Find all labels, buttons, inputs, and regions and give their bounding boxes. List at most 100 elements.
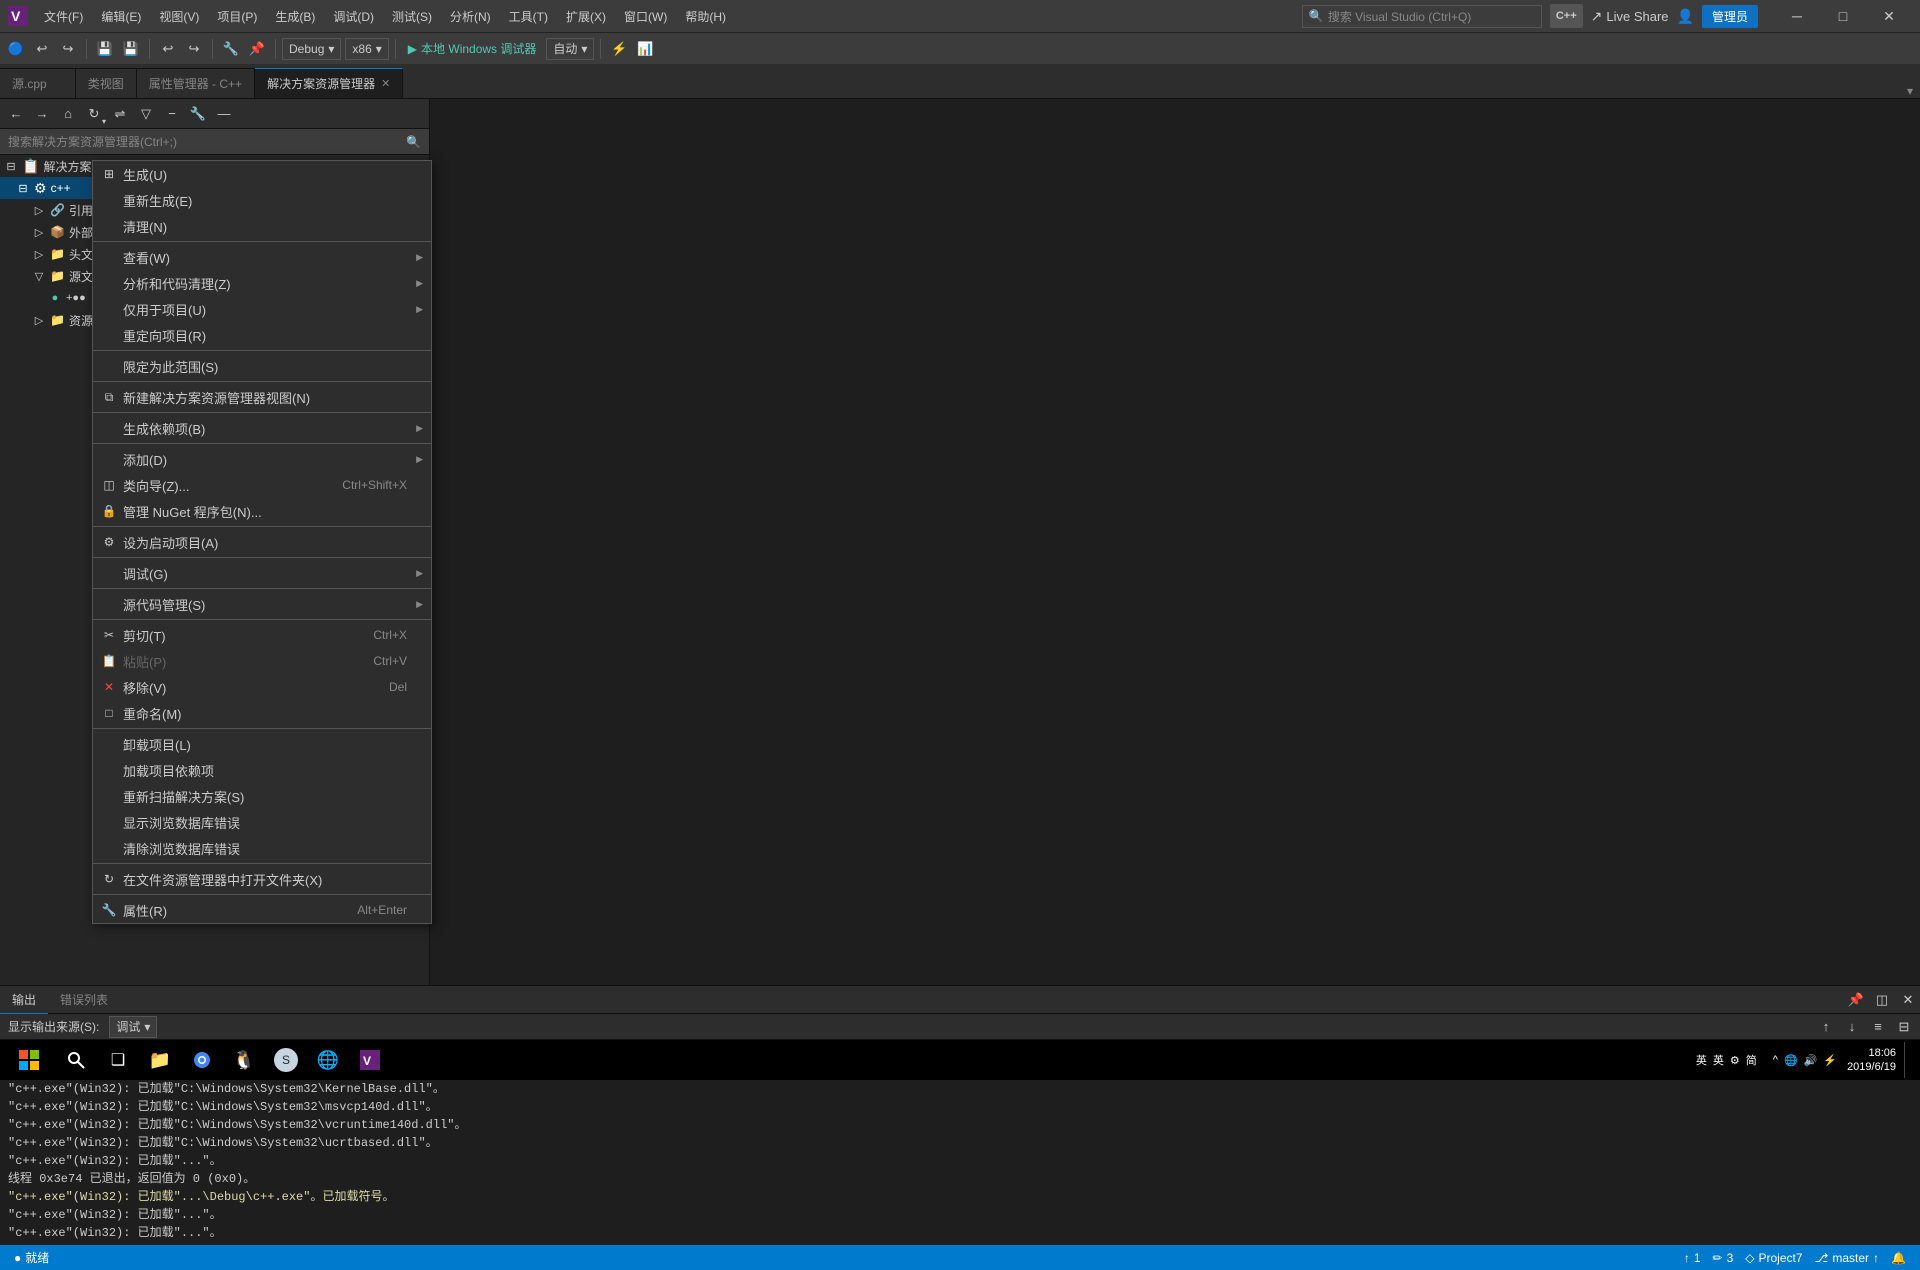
ctx-new-view[interactable]: ⧉ 新建解决方案资源管理器视图(N) [93, 384, 431, 410]
perf-btn2[interactable]: 📊 [633, 37, 657, 61]
sol-filter-btn[interactable]: ▽ [134, 102, 158, 126]
tab-property-manager[interactable]: 属性管理器 - C++ [137, 68, 255, 98]
menu-project[interactable]: 项目(P) [209, 4, 265, 29]
ctx-source-control[interactable]: 源代码管理(S) [93, 591, 431, 617]
maximize-button[interactable]: □ [1820, 0, 1866, 32]
redo2-btn[interactable]: ↪ [182, 37, 206, 61]
close-button[interactable]: ✕ [1866, 0, 1912, 32]
taskbar-steam[interactable]: S [266, 1042, 306, 1078]
output-pin-btn[interactable]: 📌 [1844, 988, 1868, 1012]
output-auto-hide-btn[interactable]: ◫ [1870, 988, 1894, 1012]
ctx-show-db-errors[interactable]: 显示浏览数据库错误 [93, 809, 431, 835]
sol-sync-btn[interactable]: ⇌ [108, 102, 132, 126]
menu-build[interactable]: 生成(B) [267, 4, 323, 29]
undo2-btn[interactable]: ↩ [156, 37, 180, 61]
ctx-dependencies[interactable]: 生成依赖项(B) [93, 415, 431, 441]
output-btn4[interactable]: ⊟ [1892, 1015, 1916, 1039]
tab-overflow-btn[interactable]: ▾ [1900, 84, 1920, 98]
ctx-rebuild[interactable]: 重新生成(E) [93, 187, 431, 213]
ctx-remove[interactable]: ✕ 移除(V) Del [93, 674, 431, 700]
tab-solution-explorer[interactable]: 解决方案资源管理器 ✕ [255, 68, 403, 98]
ctx-set-startup[interactable]: ⚙ 设为启动项目(A) [93, 529, 431, 555]
status-branch[interactable]: ⎇ master ↑ [1809, 1251, 1886, 1265]
menu-extensions[interactable]: 扩展(X) [558, 4, 614, 29]
minimize-button[interactable]: ─ [1774, 0, 1820, 32]
ctx-open-folder[interactable]: ↻ 在文件资源管理器中打开文件夹(X) [93, 866, 431, 892]
undo-btn[interactable]: ↩ [30, 37, 54, 61]
status-errors[interactable]: ✏ 3 [1707, 1251, 1740, 1265]
sol-back-btn[interactable]: ← [4, 102, 28, 126]
menu-file[interactable]: 文件(F) [36, 4, 91, 29]
menu-view[interactable]: 视图(V) [151, 4, 207, 29]
clock[interactable]: 18:06 2019/6/19 [1847, 1046, 1896, 1074]
ctx-rename[interactable]: □ 重命名(M) [93, 700, 431, 726]
output-btn1[interactable]: ↑ [1814, 1015, 1838, 1039]
save-btn[interactable]: 💾 [93, 37, 117, 61]
ctx-unload[interactable]: 卸载项目(L) [93, 731, 431, 757]
new-project-btn[interactable]: 🔵 [4, 37, 28, 61]
ctx-rescan[interactable]: 重新扫描解决方案(S) [93, 783, 431, 809]
menu-debug[interactable]: 调试(D) [325, 4, 382, 29]
ctx-scope[interactable]: 限定为此范围(S) [93, 353, 431, 379]
menu-edit[interactable]: 编辑(E) [93, 4, 149, 29]
menu-window[interactable]: 窗口(W) [616, 4, 675, 29]
taskbar-search[interactable] [56, 1042, 96, 1078]
tool-btn1[interactable]: 🔧 [219, 37, 243, 61]
cpp-btn[interactable]: C++ [1550, 4, 1583, 28]
show-desktop-btn[interactable] [1904, 1042, 1908, 1078]
output-tab-output[interactable]: 输出 [0, 986, 48, 1014]
ctx-clean[interactable]: 清理(N) [93, 213, 431, 239]
taskbar-chrome[interactable] [182, 1042, 222, 1078]
ctx-properties[interactable]: 🔧 属性(R) Alt+Enter [93, 897, 431, 923]
tray-expand[interactable]: ^ [1773, 1054, 1778, 1066]
status-ready[interactable]: ● 就绪 [8, 1249, 55, 1266]
menu-tools[interactable]: 工具(T) [501, 4, 556, 29]
output-close-btn[interactable]: ✕ [1896, 988, 1920, 1012]
ctx-class-wizard[interactable]: ◫ 类向导(Z)... Ctrl+Shift+X [93, 472, 431, 498]
taskbar-file-explorer[interactable]: 📁 [140, 1042, 180, 1078]
tool-btn2[interactable]: 📌 [245, 37, 269, 61]
admin-button[interactable]: 管理员 [1702, 5, 1758, 28]
ctx-load-deps[interactable]: 加载项目依赖项 [93, 757, 431, 783]
ctx-paste[interactable]: 📋 粘贴(P) Ctrl+V [93, 648, 431, 674]
ctx-add[interactable]: 添加(D) [93, 446, 431, 472]
output-source-dropdown[interactable]: 调试 ▾ [109, 1016, 157, 1038]
ctx-build[interactable]: ⊞ 生成(U) [93, 161, 431, 187]
sol-home-btn[interactable]: ⌂ [56, 102, 80, 126]
ctx-debug[interactable]: 调试(G) [93, 560, 431, 586]
solution-search-bar[interactable]: 搜索解决方案资源管理器(Ctrl+;) 🔍 [0, 129, 429, 155]
taskbar-network[interactable]: 🌐 [308, 1042, 348, 1078]
ctx-clear-db-errors[interactable]: 清除浏览数据库错误 [93, 835, 431, 861]
output-btn3[interactable]: ≡ [1866, 1015, 1890, 1039]
sol-collapse-btn[interactable]: − [160, 102, 184, 126]
ctx-analyze[interactable]: 分析和代码清理(Z) [93, 270, 431, 296]
ctx-view[interactable]: 查看(W) [93, 244, 431, 270]
tab-class-view[interactable]: 类视图 [76, 68, 137, 98]
run-button[interactable]: ▶ 本地 Windows 调试器 [402, 38, 543, 59]
save-all-btn[interactable]: 💾 [119, 37, 143, 61]
ctx-cut[interactable]: ✂ 剪切(T) Ctrl+X [93, 622, 431, 648]
sol-forward-btn[interactable]: → [30, 102, 54, 126]
tab-close-btn[interactable]: ✕ [381, 77, 390, 90]
status-line-col[interactable]: ↑ 1 [1678, 1251, 1707, 1265]
sol-prop-btn[interactable]: 🔧 [186, 102, 210, 126]
ctx-project-only[interactable]: 仅用于项目(U) [93, 296, 431, 322]
perf-btn[interactable]: ⚡ [607, 37, 631, 61]
sol-view-btn[interactable]: — [212, 102, 236, 126]
platform-dropdown[interactable]: x86 ▾ [345, 38, 388, 60]
ctx-nuget[interactable]: 🔒 管理 NuGet 程序包(N)... [93, 498, 431, 524]
start-button[interactable] [4, 1042, 54, 1078]
taskbar-vs[interactable]: V [350, 1042, 390, 1078]
debug-config-dropdown[interactable]: Debug ▾ [282, 38, 341, 60]
menu-help[interactable]: 帮助(H) [677, 4, 734, 29]
menu-analyze[interactable]: 分析(N) [442, 4, 499, 29]
output-btn2[interactable]: ↓ [1840, 1015, 1864, 1039]
menu-test[interactable]: 测试(S) [384, 4, 440, 29]
tab-source-cpp[interactable]: 源.cpp [0, 68, 76, 98]
auto-dropdown[interactable]: 自动 ▾ [546, 38, 594, 60]
ctx-retarget[interactable]: 重定向项目(R) [93, 322, 431, 348]
taskbar-qq[interactable]: 🐧 [224, 1042, 264, 1078]
status-project[interactable]: ◇ Project7 [1739, 1251, 1808, 1265]
output-tab-errors[interactable]: 错误列表 [48, 986, 120, 1014]
sol-refresh-btn[interactable]: ↻▾ [82, 102, 106, 126]
